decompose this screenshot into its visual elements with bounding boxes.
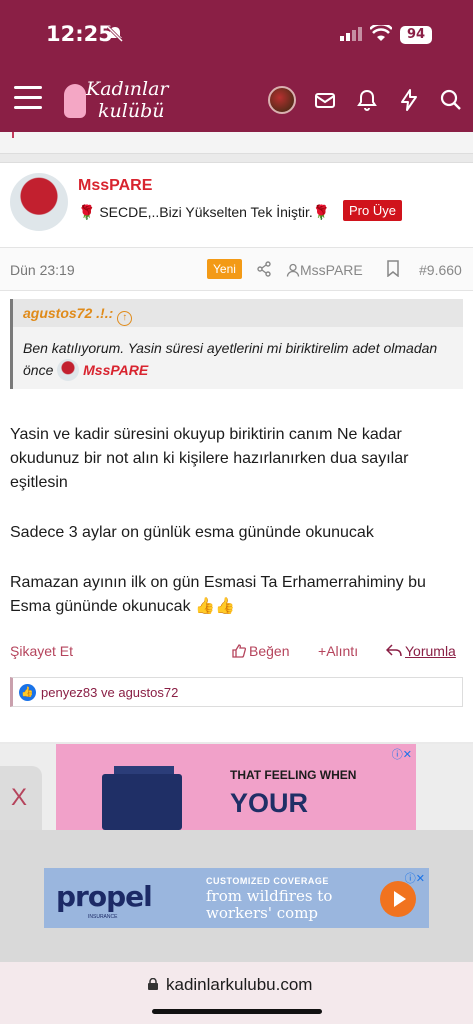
bell-off-icon bbox=[106, 25, 124, 43]
play-icon[interactable] bbox=[380, 881, 416, 917]
quote-button[interactable]: +Alıntı bbox=[318, 643, 358, 659]
new-badge: Yeni bbox=[207, 259, 242, 279]
home-indicator[interactable] bbox=[152, 1009, 322, 1014]
menu-icon[interactable] bbox=[14, 86, 42, 110]
ad-choices-icon[interactable]: ⓘ✕ bbox=[405, 870, 425, 886]
quote-block: agustos72 .!.: ↑ Ben katılıyorum. Yasin s… bbox=[10, 299, 463, 389]
thumbs-up-icon bbox=[232, 644, 247, 658]
user-icon bbox=[286, 263, 300, 277]
rose-icon: 🌹 bbox=[78, 204, 96, 220]
bookmark-icon[interactable] bbox=[386, 260, 400, 277]
reply-label: Yorumla bbox=[405, 643, 456, 659]
post-date[interactable]: Dün 23:19 bbox=[10, 262, 75, 278]
site-logo[interactable]: Kadınlar kulübü bbox=[60, 76, 180, 124]
whats-new-bolt-icon[interactable] bbox=[397, 88, 421, 112]
battery-indicator: 94 bbox=[400, 26, 432, 44]
like-label: Beğen bbox=[249, 643, 290, 659]
post-username[interactable]: MssPARE bbox=[78, 177, 152, 195]
ad2-headline: from wildfires to workers' comp bbox=[206, 887, 333, 922]
ad2-brand: propel bbox=[56, 880, 153, 913]
close-ad-tab[interactable]: X bbox=[0, 766, 42, 830]
passport-ad-banner[interactable]: THAT FEELING WHEN YOUR ⓘ✕ bbox=[56, 744, 416, 830]
logo-text-1: Kadınlar bbox=[86, 78, 169, 100]
quote-mention[interactable]: MssPARE bbox=[83, 362, 148, 378]
reactions-bar[interactable]: 👍 penyez83 ve agustos72 bbox=[10, 677, 463, 707]
quote-header[interactable]: agustos72 .!.: ↑ bbox=[13, 299, 463, 327]
status-time: 12:25 bbox=[46, 22, 113, 46]
report-button[interactable]: Şikayet Et bbox=[10, 643, 73, 659]
logo-figure-icon bbox=[64, 84, 86, 118]
wifi-icon bbox=[370, 25, 392, 41]
pro-member-badge: Pro Üye bbox=[343, 200, 402, 221]
post-paragraph: Ramazan ayının ilk on gün Esmasi Ta Erha… bbox=[10, 574, 426, 615]
account-avatar[interactable] bbox=[268, 86, 296, 114]
post-author[interactable]: MssPARE bbox=[286, 262, 363, 278]
user-title-text: SECDE,..Bizi Yükselten Tek İniştir. bbox=[99, 204, 313, 220]
quote-body: Ben katılıyorum. Yasin süresi ayetlerini… bbox=[23, 337, 453, 381]
quote-author: agustos72 .!.: bbox=[23, 305, 114, 321]
alerts-bell-icon[interactable] bbox=[355, 88, 379, 112]
share-icon[interactable] bbox=[256, 261, 272, 277]
post-actions: Şikayet Et Beğen +Alıntı Yorumla bbox=[0, 637, 473, 667]
reactions-text[interactable]: penyez83 ve agustos72 bbox=[41, 685, 178, 700]
post: MssPARE 🌹 SECDE,..Bizi Yükselten Tek İni… bbox=[0, 162, 473, 742]
post-body: Yasin ve kadir süresini okuyup biriktiri… bbox=[10, 423, 465, 645]
ad2-tag: CUSTOMIZED COVERAGE bbox=[206, 876, 329, 886]
post-meta: Dün 23:19 Yeni MssPARE #9.660 bbox=[0, 247, 473, 291]
previous-post-edge bbox=[0, 132, 473, 154]
search-icon[interactable] bbox=[439, 88, 463, 112]
arrow-up-icon[interactable]: ↑ bbox=[117, 311, 133, 326]
browser-address-bar[interactable]: kadinlarkulubu.com bbox=[0, 962, 473, 1024]
ad-choices-icon[interactable]: ⓘ✕ bbox=[392, 746, 412, 762]
like-button[interactable]: Beğen bbox=[232, 643, 289, 659]
signal-icon bbox=[340, 27, 362, 41]
quote-label: Alıntı bbox=[326, 643, 359, 659]
inbox-icon[interactable] bbox=[313, 88, 337, 112]
logo-text-2: kulübü bbox=[98, 100, 165, 122]
url-text[interactable]: kadinlarkulubu.com bbox=[166, 975, 312, 995]
like-reaction-icon: 👍 bbox=[19, 684, 36, 701]
lock-icon bbox=[148, 978, 158, 990]
ad2-brand-sub: INSURANCE bbox=[88, 914, 118, 920]
user-avatar[interactable] bbox=[10, 173, 68, 231]
post-author-name: MssPARE bbox=[300, 262, 363, 278]
passport-graphic bbox=[102, 774, 182, 830]
propel-ad-banner[interactable]: propel INSURANCE CUSTOMIZED COVERAGE fro… bbox=[44, 868, 429, 928]
ad1-line1: THAT FEELING WHEN bbox=[230, 768, 357, 782]
ad1-line2: YOUR bbox=[230, 788, 309, 818]
close-ad-x: X bbox=[11, 784, 28, 811]
rose-icon: 🌹 bbox=[312, 204, 331, 220]
user-title: 🌹 SECDE,..Bizi Yükselten Tek İniştir.🌹 bbox=[78, 204, 330, 221]
reply-button[interactable]: Yorumla bbox=[385, 643, 456, 659]
status-bar: 12:25 94 bbox=[0, 0, 473, 68]
mention-avatar bbox=[57, 359, 80, 381]
thread-content: MssPARE 🌹 SECDE,..Bizi Yükselten Tek İni… bbox=[0, 132, 473, 962]
post-number[interactable]: #9.660 bbox=[419, 262, 462, 278]
site-header: Kadınlar kulübü bbox=[0, 68, 473, 132]
post-paragraph: Sadece 3 aylar on günlük esma gününde ok… bbox=[10, 524, 374, 541]
reply-arrow-icon bbox=[385, 644, 402, 657]
post-paragraph: Yasin ve kadir süresini okuyup biriktiri… bbox=[10, 426, 409, 491]
